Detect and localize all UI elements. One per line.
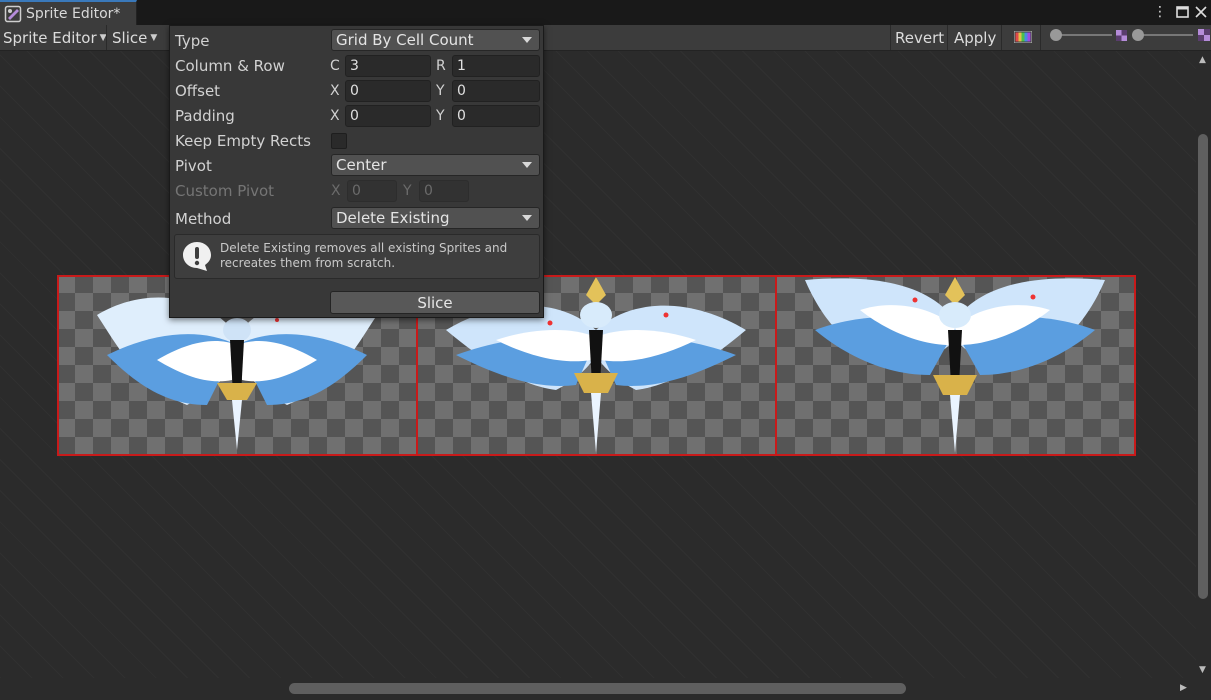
keep-empty-rects-label: Keep Empty Rects — [175, 132, 311, 150]
sprite-editor-mode-dropdown[interactable]: Sprite Editor ▼ — [0, 25, 110, 50]
padding-y-field[interactable]: 0 — [452, 105, 540, 127]
toolbar-divider — [1001, 25, 1002, 50]
method-label: Method — [175, 210, 232, 228]
column-row-label: Column & Row — [175, 57, 285, 75]
offset-x-field[interactable]: 0 — [345, 80, 431, 102]
horizontal-scrollbar[interactable]: ▶ — [0, 678, 1211, 700]
scroll-right-icon[interactable]: ▶ — [1180, 683, 1187, 693]
slice-type-dropdown[interactable]: Grid By Cell Count — [331, 29, 540, 51]
slice-type-value: Grid By Cell Count — [336, 31, 474, 49]
chevron-down-icon — [522, 162, 532, 168]
method-value: Delete Existing — [336, 209, 450, 227]
vertical-scrollbar[interactable]: ▲ ▼ — [1196, 51, 1211, 678]
offset-x-axis-label: X — [330, 83, 340, 99]
row-axis-label: R — [436, 58, 446, 74]
custom-pivot-y-field: 0 — [419, 180, 469, 202]
scroll-down-icon[interactable]: ▼ — [1199, 665, 1206, 675]
sprite-editor-tab[interactable]: Sprite Editor* — [0, 0, 137, 26]
method-dropdown[interactable]: Delete Existing — [331, 207, 540, 229]
keep-empty-rects-checkbox[interactable] — [331, 133, 347, 149]
slice-button[interactable]: Slice — [330, 291, 540, 314]
mipmap-level-icon — [1198, 29, 1210, 45]
chevron-down-icon — [522, 215, 532, 221]
column-axis-label: C — [330, 58, 340, 74]
maximize-icon[interactable] — [1173, 3, 1191, 21]
toolbar-divider — [890, 25, 891, 50]
type-label: Type — [175, 32, 210, 50]
offset-label: Offset — [175, 82, 221, 100]
slice-menu-button[interactable]: Slice ▼ — [109, 25, 160, 50]
chevron-down-icon: ▼ — [150, 32, 158, 43]
zoom-slider-handle[interactable] — [1132, 29, 1144, 41]
toolbar-divider — [106, 25, 107, 50]
chevron-down-icon — [522, 37, 532, 43]
pivot-dropdown[interactable]: Center — [331, 154, 540, 176]
custom-pivot-x-field: 0 — [347, 180, 397, 202]
custom-pivot-x-axis-label: X — [331, 183, 341, 199]
custom-pivot-label: Custom Pivot — [175, 182, 275, 200]
horizontal-scroll-thumb[interactable] — [289, 683, 906, 694]
tab-title: Sprite Editor* — [26, 6, 121, 22]
row-count-field[interactable]: 1 — [452, 55, 540, 77]
sprite-editor-icon — [4, 5, 22, 23]
toolbar-divider — [1040, 25, 1041, 50]
custom-pivot-y-axis-label: Y — [403, 183, 412, 199]
slice-menu-label: Slice — [112, 28, 148, 47]
more-options-icon[interactable]: ⋮ — [1151, 3, 1169, 21]
toolbar-divider — [947, 25, 948, 50]
sprite-editor-mode-label: Sprite Editor — [3, 28, 97, 47]
window-tab-bar: Sprite Editor* ⋮ — [0, 0, 1211, 26]
padding-label: Padding — [175, 107, 235, 125]
padding-y-axis-label: Y — [436, 108, 445, 124]
pivot-label: Pivot — [175, 157, 212, 175]
vertical-scroll-thumb[interactable] — [1198, 134, 1208, 599]
checker-alpha-icon — [1116, 29, 1127, 45]
apply-button[interactable]: Apply — [951, 25, 999, 50]
pivot-value: Center — [336, 156, 387, 174]
info-exclamation-icon — [181, 240, 213, 272]
color-channel-toggle[interactable] — [1011, 25, 1035, 50]
rgb-channels-icon — [1013, 29, 1033, 47]
padding-x-field[interactable]: 0 — [345, 105, 431, 127]
help-message: Delete Existing removes all existing Spr… — [220, 241, 508, 270]
angel-wings-sprite-frame-3 — [805, 277, 1105, 453]
scroll-up-icon[interactable]: ▲ — [1199, 55, 1206, 65]
offset-y-axis-label: Y — [436, 83, 445, 99]
revert-button[interactable]: Revert — [892, 25, 947, 50]
column-count-field[interactable]: 3 — [345, 55, 431, 77]
slice-settings-popup: Type Grid By Cell Count Column & Row C 3… — [169, 25, 544, 318]
offset-y-field[interactable]: 0 — [452, 80, 540, 102]
padding-x-axis-label: X — [330, 108, 340, 124]
alpha-slider-handle[interactable] — [1050, 29, 1062, 41]
help-box: Delete Existing removes all existing Spr… — [174, 234, 540, 279]
close-icon[interactable] — [1192, 3, 1210, 21]
